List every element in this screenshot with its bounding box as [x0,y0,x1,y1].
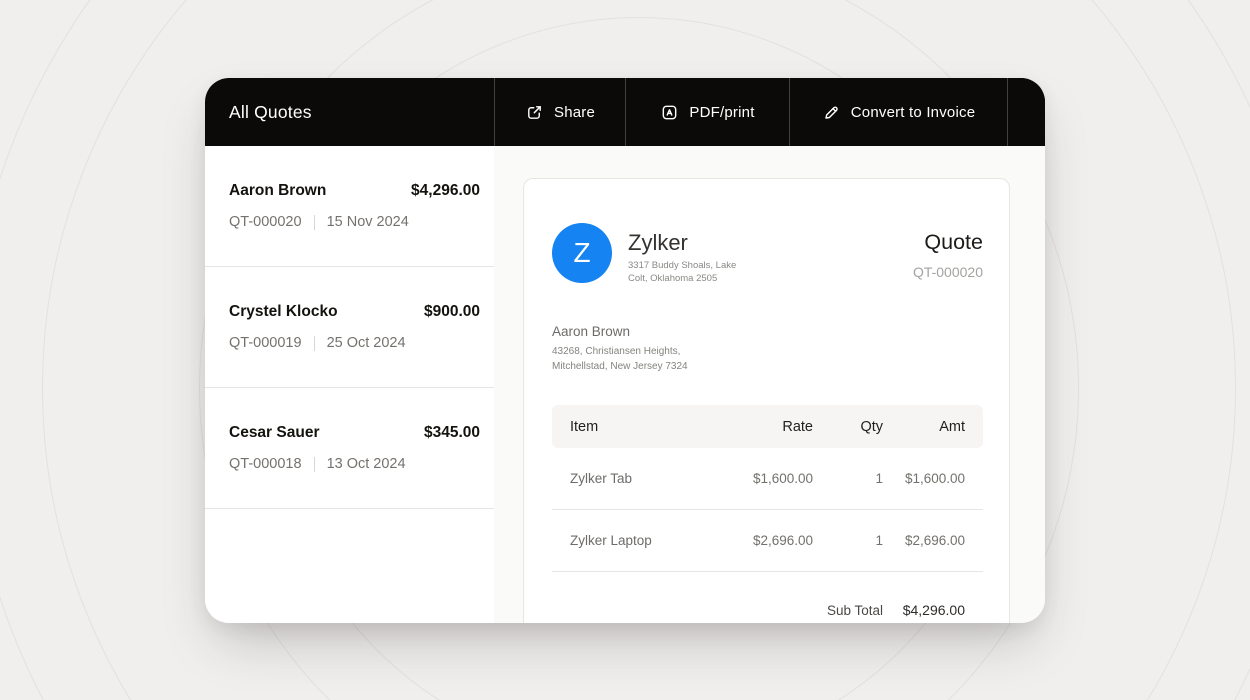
document-meta: Quote QT-000020 [913,223,983,280]
pdf-print-button[interactable]: PDF/print [626,78,789,146]
customer-name: Aaron Brown [229,182,326,200]
bill-to-name: Aaron Brown [552,324,983,339]
company-name: Zylker [628,230,736,256]
items-table-header: Item Rate Qty Amt [552,405,983,448]
quote-item-top: Cesar Sauer $345.00 [229,424,480,442]
toolbar: All Quotes Share [205,78,1045,146]
company-address-line1: 3317 Buddy Shoals, Lake [628,259,736,272]
bill-to-address-line2: Mitchellstad, New Jersey 7324 [552,360,983,375]
quote-number: QT-000020 [229,214,302,230]
pdf-icon [660,103,679,122]
column-header-amt: Amt [883,419,965,435]
quote-amount: $4,296.00 [411,182,480,200]
item-name: Zylker Laptop [570,533,693,548]
item-rate: $1,600.00 [693,471,813,486]
item-qty: 1 [813,533,883,548]
meta-divider [314,336,315,351]
meta-divider [314,457,315,472]
item-name: Zylker Tab [570,471,693,486]
convert-to-invoice-button[interactable]: Convert to Invoice [790,78,1007,146]
quotes-list-sidebar: Aaron Brown $4,296.00 QT-000020 15 Nov 2… [205,146,494,623]
quote-list-item[interactable]: Aaron Brown $4,296.00 QT-000020 15 Nov 2… [205,146,494,266]
subtotal-value: $4,296.00 [883,602,965,618]
company-logo: Z [552,223,612,283]
share-label: Share [554,104,595,121]
bill-to-address-line1: 43268, Christiansen Heights, [552,345,983,360]
document-header: Z Zylker 3317 Buddy Shoals, Lake Colt, O… [552,223,983,285]
customer-name: Crystel Klocko [229,303,338,321]
quote-list-item[interactable]: Cesar Sauer $345.00 QT-000018 13 Oct 202… [205,388,494,508]
bill-to-block: Aaron Brown 43268, Christiansen Heights,… [552,324,983,374]
item-amount: $2,696.00 [883,533,965,548]
items-table: Item Rate Qty Amt Zylker Tab $1,600.00 1… [552,405,983,623]
quote-item-meta: QT-000019 25 Oct 2024 [229,335,480,351]
pencil-icon [822,103,841,122]
page-title: All Quotes [205,78,494,146]
column-header-rate: Rate [693,419,813,435]
column-header-qty: Qty [813,419,883,435]
company-address: 3317 Buddy Shoals, Lake Colt, Oklahoma 2… [628,259,736,285]
quote-date: 25 Oct 2024 [327,335,406,351]
quotes-window: All Quotes Share [205,78,1045,623]
document-number: QT-000020 [913,264,983,280]
quote-amount: $345.00 [424,424,480,442]
share-button[interactable]: Share [495,78,625,146]
quote-item-meta: QT-000020 15 Nov 2024 [229,214,480,230]
item-qty: 1 [813,471,883,486]
window-content: Aaron Brown $4,296.00 QT-000020 15 Nov 2… [205,146,1045,623]
subtotal-row: Sub Total $4,296.00 [552,572,983,623]
item-amount: $1,600.00 [883,471,965,486]
meta-divider [314,215,315,230]
table-row: Zylker Tab $1,600.00 1 $1,600.00 [552,448,983,510]
quote-item-meta: QT-000018 13 Oct 2024 [229,456,480,472]
quote-item-top: Aaron Brown $4,296.00 [229,182,480,200]
customer-name: Cesar Sauer [229,424,319,442]
list-separator [205,508,494,509]
quote-document-panel: Z Zylker 3317 Buddy Shoals, Lake Colt, O… [523,178,1010,623]
subtotal-label: Sub Total [570,603,883,618]
column-header-item: Item [570,419,693,435]
company-block: Zylker 3317 Buddy Shoals, Lake Colt, Okl… [628,223,736,285]
quote-number: QT-000019 [229,335,302,351]
quote-item-top: Crystel Klocko $900.00 [229,303,480,321]
share-icon [525,103,544,122]
company-address-line2: Colt, Oklahoma 2505 [628,272,736,285]
toolbar-spacer [1008,78,1045,146]
quote-date: 13 Oct 2024 [327,456,406,472]
page-background: All Quotes Share [0,0,1250,700]
quote-amount: $900.00 [424,303,480,321]
quote-list-item[interactable]: Crystel Klocko $900.00 QT-000019 25 Oct … [205,267,494,387]
quote-preview-area: Z Zylker 3317 Buddy Shoals, Lake Colt, O… [494,146,1045,623]
document-title: Quote [913,230,983,255]
bill-to-address: 43268, Christiansen Heights, Mitchellsta… [552,345,983,374]
pdf-print-label: PDF/print [689,104,754,121]
item-rate: $2,696.00 [693,533,813,548]
quote-number: QT-000018 [229,456,302,472]
quote-date: 15 Nov 2024 [327,214,409,230]
table-row: Zylker Laptop $2,696.00 1 $2,696.00 [552,510,983,572]
convert-to-invoice-label: Convert to Invoice [851,104,976,121]
